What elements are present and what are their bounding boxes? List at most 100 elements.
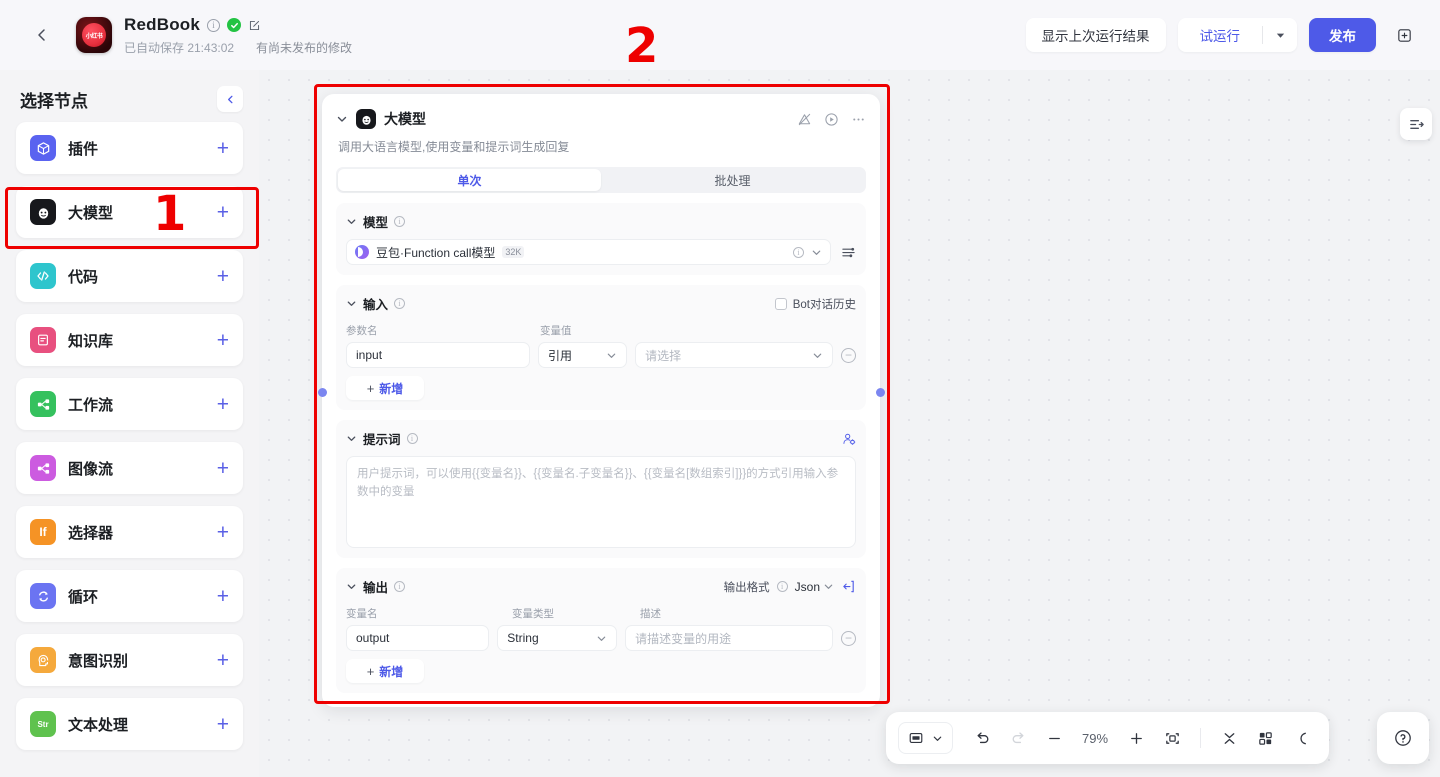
sidebar-item-loop[interactable]: 循环 + bbox=[16, 570, 243, 622]
show-last-result-button[interactable]: 显示上次运行结果 bbox=[1025, 18, 1166, 52]
add-node-button[interactable]: + bbox=[217, 202, 229, 223]
variable-value-select[interactable]: 请选择 bbox=[635, 342, 833, 368]
sidebar-item-llm[interactable]: 大模型 + bbox=[16, 186, 243, 238]
chevron-down-icon[interactable] bbox=[336, 113, 348, 125]
unpublished-status: 有尚未发布的修改 bbox=[256, 40, 353, 55]
play-circle-icon[interactable] bbox=[824, 112, 839, 127]
sidebar-item-code[interactable]: 代码 + bbox=[16, 250, 243, 302]
source-type-select[interactable]: 引用 bbox=[538, 342, 628, 368]
add-node-button[interactable]: + bbox=[217, 138, 229, 159]
grid-layout-button[interactable] bbox=[1249, 722, 1281, 754]
caret-down-icon bbox=[824, 584, 833, 589]
add-node-button[interactable]: + bbox=[217, 650, 229, 671]
input-param-row: input 引用 请选择 − bbox=[346, 342, 856, 368]
chevron-down-icon[interactable] bbox=[346, 433, 357, 444]
edit-icon[interactable] bbox=[248, 19, 261, 32]
curve-style-button[interactable] bbox=[1285, 722, 1317, 754]
add-node-button[interactable]: + bbox=[217, 394, 229, 415]
node-description: 调用大语言模型,使用变量和提示词生成回复 bbox=[338, 140, 570, 154]
chevron-left-icon bbox=[227, 95, 233, 103]
header-actions: 显示上次运行结果 试运行 发布 bbox=[1025, 18, 1421, 52]
info-icon[interactable]: i bbox=[776, 581, 788, 592]
divider bbox=[1200, 728, 1201, 748]
chevron-left-icon bbox=[38, 29, 45, 41]
info-icon[interactable]: i bbox=[394, 216, 406, 227]
test-run-button[interactable]: 试运行 bbox=[1178, 18, 1263, 52]
publish-button[interactable]: 发布 bbox=[1309, 18, 1376, 52]
remove-input-row-button[interactable]: − bbox=[841, 347, 856, 363]
more-icon[interactable] bbox=[851, 112, 866, 127]
add-output-button[interactable]: + 新增 bbox=[346, 659, 424, 683]
add-node-button[interactable]: + bbox=[217, 458, 229, 479]
test-run-dropdown-button[interactable] bbox=[1263, 18, 1297, 52]
undo-button[interactable] bbox=[966, 722, 998, 754]
sidebar-item-intent[interactable]: 意图识别 + bbox=[16, 634, 243, 686]
sidebar-item-label: 代码 bbox=[68, 268, 99, 286]
add-node-button[interactable]: + bbox=[217, 522, 229, 543]
bot-history-checkbox[interactable]: Bot对话历史 bbox=[774, 296, 856, 312]
zoom-in-button[interactable] bbox=[1120, 722, 1152, 754]
tab-batch[interactable]: 批处理 bbox=[601, 169, 864, 191]
canvas-toolbar: 79% bbox=[886, 712, 1329, 764]
sidebar-item-condition[interactable]: If 选择器 + bbox=[16, 506, 243, 558]
zoom-out-button[interactable] bbox=[1038, 722, 1070, 754]
plus-icon: + bbox=[366, 380, 375, 396]
info-icon[interactable]: i bbox=[793, 246, 804, 258]
add-input-button[interactable]: + 新增 bbox=[346, 376, 424, 400]
add-node-button[interactable]: + bbox=[217, 714, 229, 735]
sidebar-item-label: 大模型 bbox=[68, 204, 114, 222]
back-button[interactable] bbox=[22, 15, 62, 55]
add-node-button[interactable]: + bbox=[217, 266, 229, 287]
export-icon[interactable] bbox=[841, 579, 856, 594]
bot-history-label: Bot对话历史 bbox=[792, 298, 856, 311]
remove-output-row-button[interactable]: − bbox=[841, 630, 856, 646]
redo-button bbox=[1002, 722, 1034, 754]
plus-icon: + bbox=[366, 663, 375, 679]
fit-screen-button[interactable] bbox=[1156, 722, 1188, 754]
llm-node-card[interactable]: 大模型 调用大语言模型,使用变量和提示词生成回复 单次 批处理 模型 i 豆包·… bbox=[322, 94, 880, 707]
column-header-desc: 描述 bbox=[640, 608, 661, 620]
sidebar-item-knowledge[interactable]: 知识库 + bbox=[16, 314, 243, 366]
output-var-type-select[interactable]: String bbox=[497, 625, 618, 651]
sidebar-item-plugin[interactable]: 插件 + bbox=[16, 122, 243, 174]
info-icon[interactable]: i bbox=[406, 433, 418, 444]
add-node-button[interactable]: + bbox=[217, 586, 229, 607]
sidebar-item-imageflow[interactable]: 图像流 + bbox=[16, 442, 243, 494]
help-button[interactable] bbox=[1377, 712, 1429, 764]
tab-single[interactable]: 单次 bbox=[338, 169, 601, 191]
doubao-icon bbox=[355, 245, 369, 259]
node-mode-tabs: 单次 批处理 bbox=[336, 167, 866, 193]
view-mode-select[interactable] bbox=[898, 722, 953, 754]
panel-expand-icon[interactable] bbox=[1400, 108, 1432, 140]
output-var-name-input[interactable]: output bbox=[346, 625, 490, 651]
sidebar-item-workflow[interactable]: 工作流 + bbox=[16, 378, 243, 430]
model-select[interactable]: 豆包·Function call模型 32K i bbox=[346, 239, 831, 265]
output-desc-input[interactable]: 请描述变量的用途 bbox=[625, 625, 833, 651]
duplicate-icon[interactable] bbox=[1388, 19, 1420, 51]
sliders-icon[interactable] bbox=[841, 245, 856, 260]
info-icon[interactable]: i bbox=[394, 581, 406, 592]
node-output-port[interactable] bbox=[876, 388, 885, 397]
param-name-input[interactable]: input bbox=[346, 342, 530, 368]
condition-icon: If bbox=[30, 519, 56, 545]
zoom-level[interactable]: 79% bbox=[1074, 731, 1116, 746]
prompt-textarea[interactable]: 用户提示词，可以使用{{变量名}}、{{变量名.子变量名}}、{{变量名[数组索… bbox=[346, 456, 856, 548]
node-title: 大模型 bbox=[384, 111, 426, 127]
column-header-var-type: 变量类型 bbox=[512, 608, 554, 620]
add-node-button[interactable]: + bbox=[217, 330, 229, 351]
node-input-port[interactable] bbox=[318, 388, 327, 397]
sidebar-collapse-button[interactable] bbox=[217, 86, 243, 112]
person-settings-icon[interactable] bbox=[842, 432, 856, 446]
chevron-down-icon[interactable] bbox=[346, 581, 357, 592]
info-icon[interactable]: i bbox=[207, 18, 221, 32]
chevron-down-icon[interactable] bbox=[346, 298, 357, 309]
sidebar-item-label: 图像流 bbox=[68, 460, 114, 478]
alert-off-icon[interactable] bbox=[797, 112, 812, 127]
output-format-label: 输出格式 bbox=[723, 581, 770, 594]
output-format-select[interactable]: Json bbox=[795, 580, 834, 594]
chevron-down-icon[interactable] bbox=[346, 216, 357, 227]
model-section: 模型 i 豆包·Function call模型 32K i bbox=[336, 203, 866, 275]
sidebar-item-text-process[interactable]: Str 文本处理 + bbox=[16, 698, 243, 750]
info-icon[interactable]: i bbox=[394, 298, 406, 309]
collapse-all-button[interactable] bbox=[1213, 722, 1245, 754]
